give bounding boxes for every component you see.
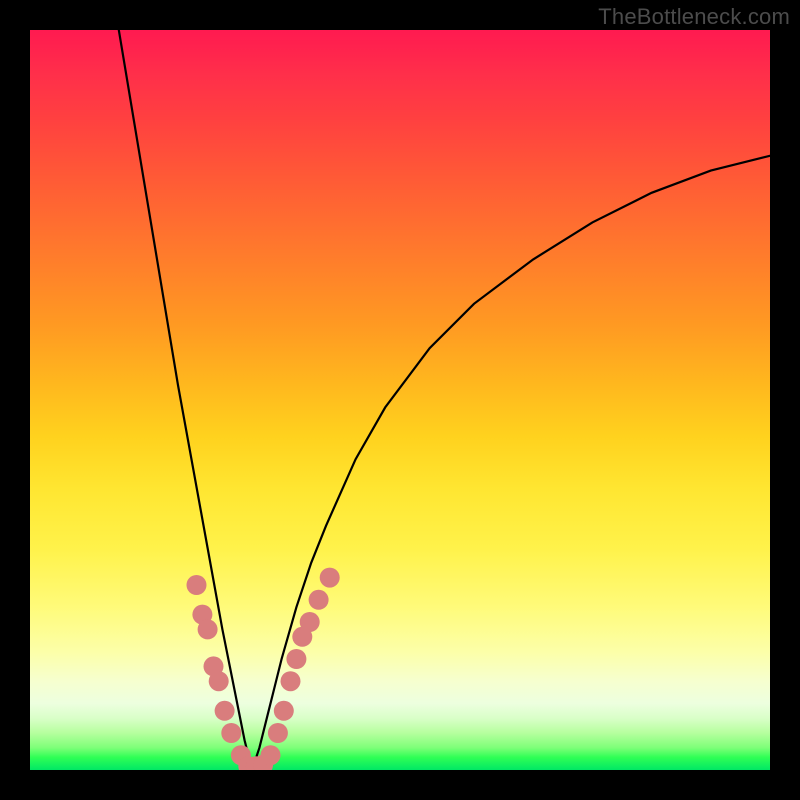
watermark-text: TheBottleneck.com [598,4,790,30]
highlight-dot [198,619,218,639]
plot-area [30,30,770,770]
highlight-dot [274,701,294,721]
highlight-dot [320,568,340,588]
chart-frame: TheBottleneck.com [0,0,800,800]
highlight-dot [187,575,207,595]
highlight-dot [286,649,306,669]
highlight-dot [300,612,320,632]
bottleneck-chart [30,30,770,770]
highlight-dot [221,723,241,743]
highlight-dot [209,671,229,691]
highlight-dot [215,701,235,721]
highlight-dots [187,568,340,770]
highlight-dot [281,671,301,691]
highlight-dot [268,723,288,743]
highlight-dot [261,745,281,765]
highlight-dot [309,590,329,610]
